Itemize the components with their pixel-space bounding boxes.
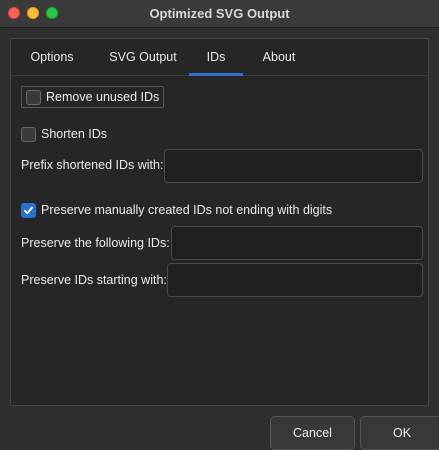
checkbox-box[interactable]	[21, 126, 36, 142]
dialog-footer: Cancel OK	[0, 406, 439, 450]
remove-unused-ids-checkbox[interactable]: Remove unused IDs	[21, 86, 165, 108]
tab-options[interactable]: Options	[21, 39, 83, 76]
tab-about[interactable]: About	[249, 39, 309, 76]
remove-unused-ids-label: Remove unused IDs	[46, 90, 160, 104]
title-bar: Optimized SVG Output	[0, 0, 439, 28]
prefix-input[interactable]	[164, 149, 423, 183]
preserve-manual-ids-label: Preserve manually created IDs not ending…	[41, 203, 333, 217]
checkbox-box-checked[interactable]	[21, 202, 36, 218]
window-title: Optimized SVG Output	[149, 6, 290, 21]
preserve-starting-label: Preserve IDs starting with:	[21, 273, 167, 287]
shorten-ids-checkbox[interactable]: Shorten IDs	[21, 123, 107, 145]
tab-svg-output[interactable]: SVG Output	[95, 39, 191, 76]
preserve-following-label: Preserve the following IDs:	[21, 236, 170, 250]
dialog-window: Optimized SVG Output Options SVG Output …	[0, 0, 439, 450]
preserve-manual-ids-checkbox[interactable]: Preserve manually created IDs not ending…	[21, 199, 332, 221]
tab-bar: Options SVG Output IDs About	[11, 39, 428, 76]
prefix-label: Prefix shortened IDs with:	[21, 158, 164, 172]
checkbox-box[interactable]	[26, 89, 41, 105]
tab-panel: Options SVG Output IDs About Remove unus…	[10, 38, 429, 406]
ok-button[interactable]: OK	[360, 416, 439, 450]
tab-ids[interactable]: IDs	[189, 39, 243, 76]
active-tab-indicator	[189, 73, 243, 76]
preserve-starting-input[interactable]	[167, 263, 423, 297]
shorten-ids-label: Shorten IDs	[41, 127, 108, 141]
preserve-following-input[interactable]	[171, 226, 423, 260]
cancel-button[interactable]: Cancel	[270, 416, 355, 450]
checkmark-icon	[24, 206, 33, 214]
